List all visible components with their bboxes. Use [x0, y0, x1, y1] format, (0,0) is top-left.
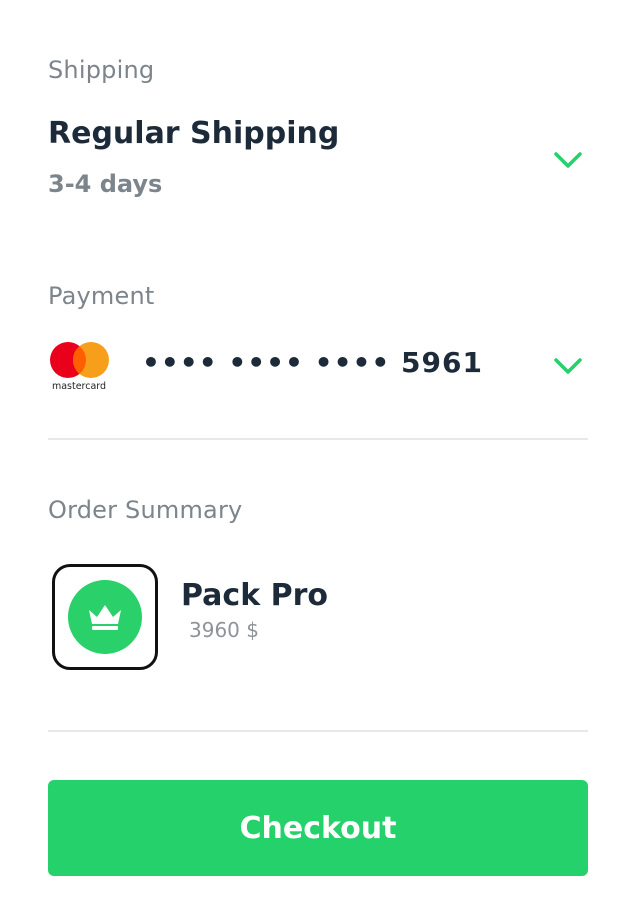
divider [48, 438, 588, 440]
mastercard-logo-icon: mastercard [48, 340, 112, 394]
order-summary-label: Order Summary [48, 496, 243, 524]
crown-badge [68, 580, 142, 654]
divider [48, 730, 588, 732]
card-number: •••• •••• •••• 5961 [142, 346, 483, 379]
product-price: 3960 $ [189, 618, 259, 642]
payment-section-label: Payment [48, 282, 155, 310]
shipping-chevron-down-icon[interactable] [550, 148, 586, 172]
shipping-section-label: Shipping [48, 56, 155, 84]
product-name: Pack Pro [181, 578, 328, 613]
mastercard-wordmark: mastercard [52, 381, 106, 392]
checkout-button[interactable]: Checkout [48, 780, 588, 876]
shipping-eta: 3-4 days [48, 170, 163, 198]
crown-icon [89, 605, 121, 630]
product-thumbnail [52, 564, 158, 670]
payment-chevron-down-icon[interactable] [550, 354, 586, 378]
shipping-method: Regular Shipping [48, 116, 340, 151]
